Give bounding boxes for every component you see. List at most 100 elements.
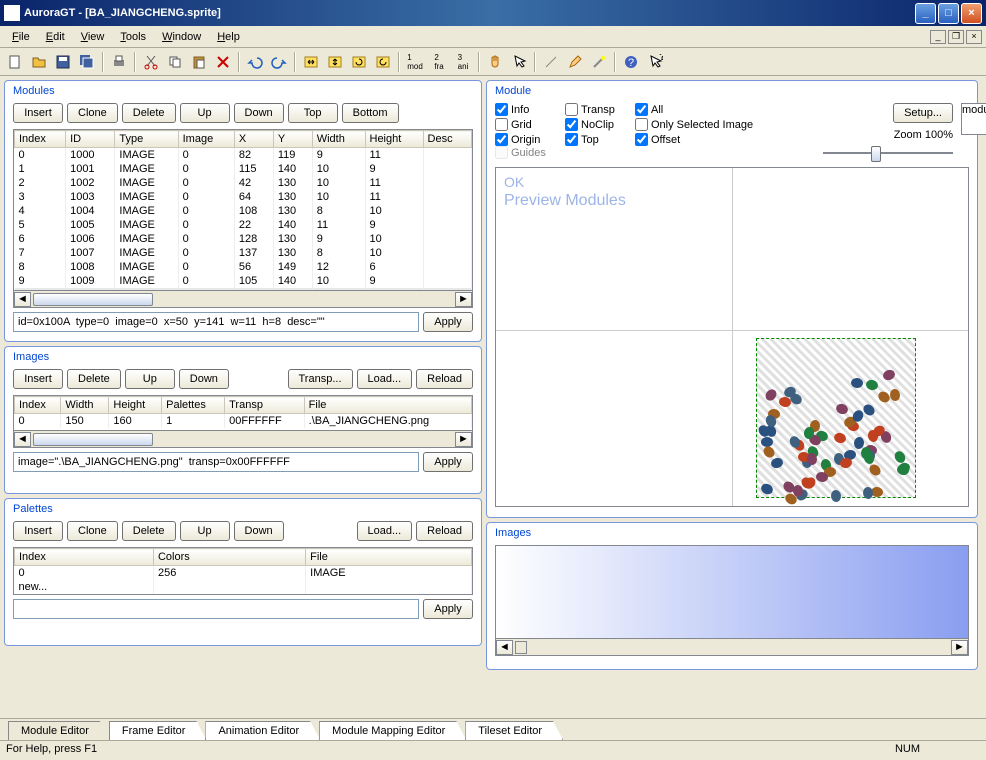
palettes-apply[interactable]: Apply <box>423 599 473 619</box>
table-row[interactable]: 71007IMAGE0137130810 <box>15 246 472 260</box>
table-row[interactable]: 01000IMAGE082119911 <box>15 148 472 163</box>
mdi-close[interactable]: × <box>966 30 982 44</box>
table-row[interactable]: 0256IMAGE <box>15 566 472 581</box>
palettes-edit[interactable] <box>13 599 419 619</box>
tab-frame-editor[interactable]: Frame Editor <box>109 721 207 740</box>
table-row[interactable]: 41004IMAGE0108130810 <box>15 204 472 218</box>
images-apply[interactable]: Apply <box>423 452 473 472</box>
menu-tools[interactable]: Tools <box>112 29 154 45</box>
modules-delete[interactable]: Delete <box>122 103 176 123</box>
check-transp[interactable]: Transp <box>565 103 627 116</box>
modules-table[interactable]: IndexIDTypeImageXYWidthHeightDesc 01000I… <box>14 130 472 291</box>
check-all[interactable]: All <box>635 103 807 116</box>
table-row[interactable]: 51005IMAGE022140119 <box>15 218 472 232</box>
images-delete[interactable]: Delete <box>67 369 121 389</box>
pointer-icon[interactable] <box>508 51 530 73</box>
menu-window[interactable]: Window <box>154 29 209 45</box>
col-desc[interactable]: Desc <box>423 131 471 148</box>
check-noclip[interactable]: NoClip <box>565 118 627 131</box>
check-onlyselectedimage[interactable]: Only Selected Image <box>635 118 807 131</box>
col-index[interactable]: Index <box>15 549 154 566</box>
col-y[interactable]: Y <box>273 131 312 148</box>
images-edit[interactable] <box>13 452 419 472</box>
col-file[interactable]: File <box>304 397 471 414</box>
line-icon[interactable] <box>540 51 562 73</box>
images-load[interactable]: Load... <box>357 369 413 389</box>
col-index[interactable]: Index <box>15 397 61 414</box>
palettes-down[interactable]: Down <box>234 521 284 541</box>
palettes-delete[interactable]: Delete <box>122 521 176 541</box>
ani-icon[interactable]: 3ani <box>452 51 474 73</box>
images-reload[interactable]: Reload <box>416 369 473 389</box>
table-row[interactable]: 91009IMAGE0105140109 <box>15 274 472 288</box>
table-row[interactable]: 0150160100FFFFFF.\BA_JIANGCHENG.png <box>15 414 472 429</box>
images-table[interactable]: IndexWidthHeightPalettesTranspFile 01501… <box>14 396 472 428</box>
modules-bottom[interactable]: Bottom <box>342 103 399 123</box>
cut-icon[interactable] <box>140 51 162 73</box>
preview-area[interactable]: OK Preview Modules <box>495 167 969 507</box>
images-insert[interactable]: Insert <box>13 369 63 389</box>
images-up[interactable]: Up <box>125 369 175 389</box>
maximize-button[interactable]: □ <box>938 3 959 24</box>
palettes-reload[interactable]: Reload <box>416 521 473 541</box>
rotate2-icon[interactable] <box>372 51 394 73</box>
modules-apply[interactable]: Apply <box>423 312 473 332</box>
flip-h-icon[interactable] <box>300 51 322 73</box>
zoom-slider[interactable] <box>823 143 953 163</box>
save-all-icon[interactable] <box>76 51 98 73</box>
help-icon[interactable]: ? <box>620 51 642 73</box>
col-file[interactable]: File <box>306 549 472 566</box>
menu-help[interactable]: Help <box>209 29 248 45</box>
table-row[interactable]: 61006IMAGE0128130910 <box>15 232 472 246</box>
mdi-minimize[interactable]: _ <box>930 30 946 44</box>
tab-module-editor[interactable]: Module Editor <box>8 721 110 740</box>
palettes-up[interactable]: Up <box>180 521 230 541</box>
flip-v-icon[interactable] <box>324 51 346 73</box>
check-offset[interactable]: Offset <box>635 133 807 146</box>
mdi-restore[interactable]: ❐ <box>948 30 964 44</box>
col-transp[interactable]: Transp <box>225 397 305 414</box>
close-button[interactable]: × <box>961 3 982 24</box>
col-height[interactable]: Height <box>365 131 423 148</box>
print-icon[interactable] <box>108 51 130 73</box>
images-preview-hscroll[interactable]: ◄► <box>495 639 969 656</box>
col-width[interactable]: Width <box>61 397 109 414</box>
col-index[interactable]: Index <box>15 131 66 148</box>
table-row[interactable]: 31003IMAGE0641301011 <box>15 190 472 204</box>
redo-icon[interactable] <box>268 51 290 73</box>
pencil-icon[interactable] <box>564 51 586 73</box>
tab-tileset-editor[interactable]: Tileset Editor <box>465 721 563 740</box>
col-colors[interactable]: Colors <box>153 549 305 566</box>
menu-edit[interactable]: Edit <box>38 29 73 45</box>
undo-icon[interactable] <box>244 51 266 73</box>
images-transp[interactable]: Transp... <box>288 369 353 389</box>
check-origin[interactable]: Origin <box>495 133 557 146</box>
new-icon[interactable] <box>4 51 26 73</box>
col-width[interactable]: Width <box>312 131 365 148</box>
tab-animation-editor[interactable]: Animation Editor <box>205 721 320 740</box>
table-row[interactable]: 11001IMAGE0115140109 <box>15 162 472 176</box>
palettes-insert[interactable]: Insert <box>13 521 63 541</box>
col-type[interactable]: Type <box>115 131 178 148</box>
menu-file[interactable]: File <box>4 29 38 45</box>
setup-button[interactable]: Setup... <box>893 103 953 123</box>
col-image[interactable]: Image <box>178 131 234 148</box>
check-top[interactable]: Top <box>565 133 627 146</box>
modules-clone[interactable]: Clone <box>67 103 118 123</box>
whatsthis-icon[interactable]: ? <box>644 51 666 73</box>
paste-icon[interactable] <box>188 51 210 73</box>
save-icon[interactable] <box>52 51 74 73</box>
check-grid[interactable]: Grid <box>495 118 557 131</box>
palettes-load[interactable]: Load... <box>357 521 413 541</box>
modules-top[interactable]: Top <box>288 103 338 123</box>
modules-hscroll[interactable]: ◄► <box>13 291 473 308</box>
col-id[interactable]: ID <box>66 131 115 148</box>
col-x[interactable]: X <box>234 131 273 148</box>
col-height[interactable]: Height <box>109 397 162 414</box>
tab-module-mapping-editor[interactable]: Module Mapping Editor <box>319 721 466 740</box>
mod-icon[interactable]: 1mod <box>404 51 426 73</box>
menu-view[interactable]: View <box>73 29 113 45</box>
images-down[interactable]: Down <box>179 369 229 389</box>
fra-icon[interactable]: 2fra <box>428 51 450 73</box>
table-row[interactable]: new... <box>15 580 472 594</box>
